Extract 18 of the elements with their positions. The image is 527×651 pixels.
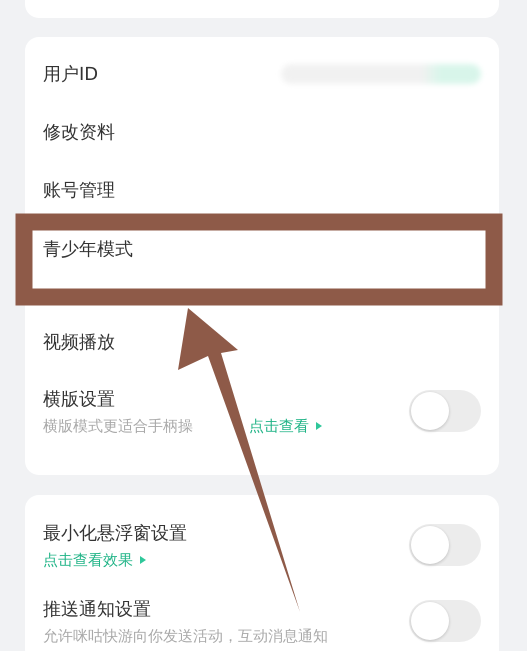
view-link[interactable]: 点击查看: [249, 416, 323, 436]
setting-description: 允许咪咕快游向你发送活动，互动消息通知: [43, 626, 328, 646]
view-link[interactable]: 点击查看效果: [43, 550, 147, 570]
play-icon: [315, 421, 323, 431]
setting-label: 推送通知设置: [43, 598, 152, 620]
setting-description: 横版模式更适合手柄操: [43, 416, 193, 436]
setting-label: 最小化悬浮窗设置: [43, 522, 187, 544]
toggle-switch[interactable]: [409, 524, 481, 566]
setting-label: 青少年模式: [43, 238, 133, 261]
play-icon: [139, 555, 147, 565]
toggle-switch[interactable]: [409, 600, 481, 642]
setting-label: 修改资料: [43, 121, 115, 144]
setting-label: 视频播放: [43, 331, 115, 354]
highlighted-settings-row[interactable]: 青少年模式: [43, 219, 481, 279]
setting-label: 横版设置: [43, 388, 116, 410]
setting-label: 用户ID: [43, 63, 98, 86]
toggle-switch[interactable]: [409, 390, 481, 432]
setting-label: 账号管理: [43, 179, 115, 202]
